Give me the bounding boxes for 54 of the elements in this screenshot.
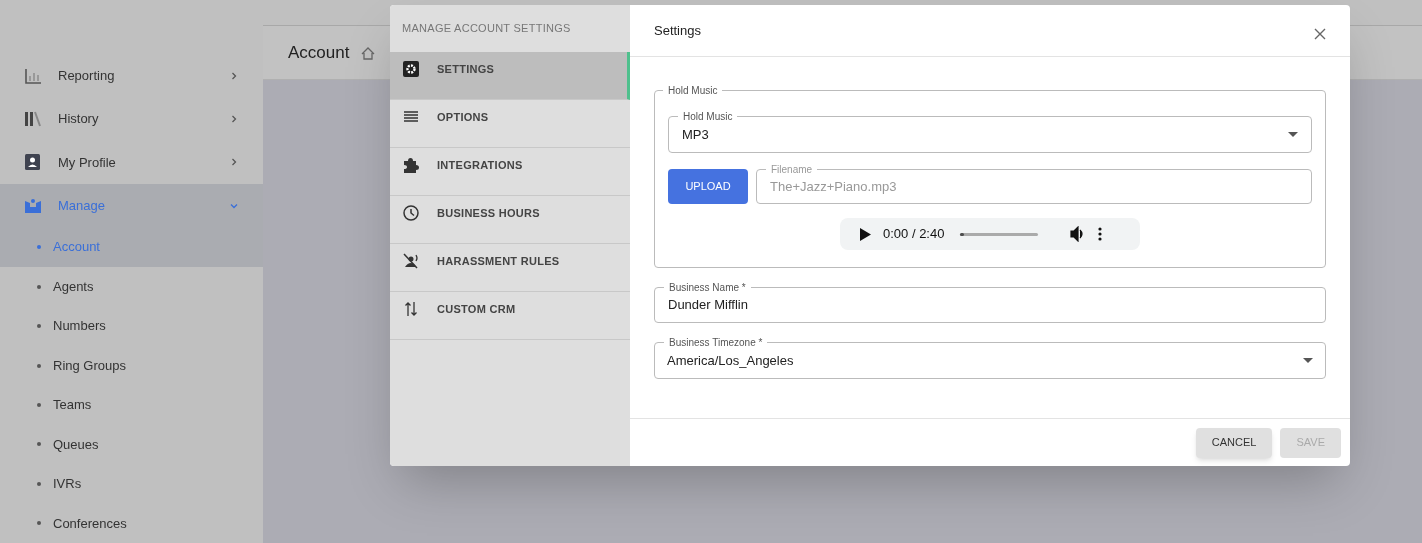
menu-item[interactable]: HARASSMENT RULES	[390, 244, 630, 292]
nav-subitem[interactable]: Ring Groups	[0, 345, 263, 386]
menu-title: MANAGE ACCOUNT SETTINGS	[402, 21, 571, 37]
nav-item[interactable]: My Profile	[0, 140, 263, 185]
field-value: Dunder Mifflin	[668, 296, 748, 315]
muted-speaker-icon	[403, 253, 419, 269]
select-value: MP3	[682, 125, 709, 144]
close-icon[interactable]	[1314, 27, 1326, 40]
menu-item[interactable]: OPTIONS	[390, 100, 630, 148]
bullet-icon	[37, 324, 41, 329]
nav-subitem[interactable]: Teams	[0, 385, 263, 425]
bullet-icon	[37, 245, 41, 250]
menu-item[interactable]: BUSINESS HOURS	[390, 196, 630, 244]
progress-track[interactable]	[960, 232, 1039, 236]
nav-subitem[interactable]: Numbers	[0, 306, 263, 346]
nav-subitem[interactable]: Conferences	[0, 503, 263, 543]
page-title: Account	[288, 41, 350, 64]
list-icon	[403, 109, 419, 125]
nav-subitem[interactable]: Agents	[0, 266, 263, 307]
dialog-button[interactable]: CANCEL	[1195, 427, 1273, 458]
bullet-icon	[37, 284, 41, 289]
upload-button[interactable]: UPLOAD	[668, 169, 748, 204]
gear-icon	[403, 61, 419, 77]
nav-item[interactable]: History	[0, 97, 263, 141]
sort-arrows-icon	[403, 301, 419, 317]
bar-chart-icon	[24, 66, 42, 85]
bullet-icon	[37, 442, 41, 447]
dialog-title: Settings	[654, 21, 701, 40]
chevron-icon	[229, 114, 239, 125]
nav-item[interactable]: Reporting	[0, 54, 263, 98]
profile-icon	[24, 153, 42, 172]
bullet-icon	[37, 521, 41, 526]
playback-time: 0:00 / 2:40	[883, 225, 945, 244]
bullet-icon	[37, 481, 41, 486]
dropdown-caret-icon	[1303, 358, 1313, 363]
home-icon	[361, 45, 376, 60]
nav-subitem[interactable]: IVRs	[0, 464, 263, 504]
menu-item[interactable]: INTEGRATIONS	[390, 148, 630, 196]
menu-item[interactable]: SETTINGS	[390, 52, 630, 100]
nav-subitem[interactable]: Queues	[0, 424, 263, 465]
more-icon[interactable]	[1098, 227, 1103, 241]
people-icon	[24, 196, 42, 215]
clock-icon	[403, 205, 419, 221]
placeholder-text: The+Jazz+Piano.mp3	[770, 177, 897, 196]
books-icon	[24, 110, 42, 129]
bullet-icon	[37, 402, 41, 407]
dropdown-caret-icon	[1288, 132, 1298, 137]
chevron-icon	[229, 157, 239, 168]
bullet-icon	[37, 363, 41, 368]
play-icon[interactable]	[860, 227, 871, 241]
select-value: America/Los_Angeles	[667, 351, 794, 370]
menu-item[interactable]: CUSTOM CRM	[390, 292, 630, 340]
puzzle-icon	[403, 157, 419, 173]
chevron-icon	[229, 70, 239, 81]
